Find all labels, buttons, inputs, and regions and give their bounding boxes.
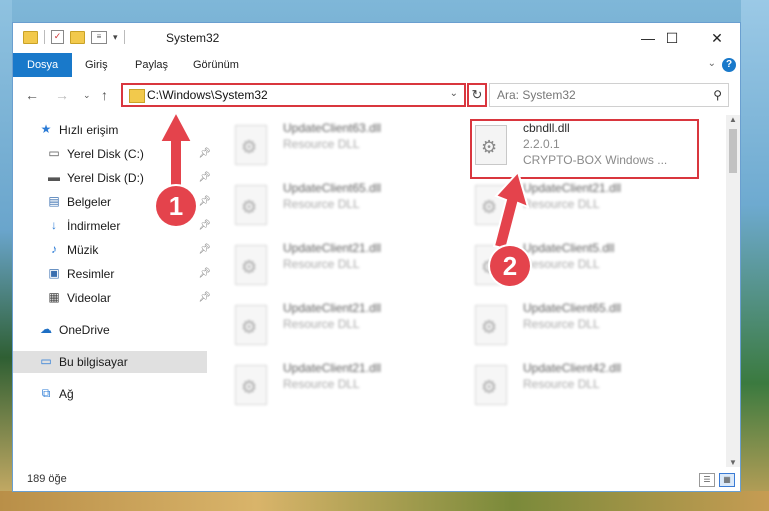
annotation-step-1: 1 xyxy=(156,186,196,226)
annotation-arrows xyxy=(158,109,530,251)
arrow-2 xyxy=(492,170,530,251)
arrow-1 xyxy=(158,109,194,191)
annotation-step-2: 2 xyxy=(490,246,530,286)
